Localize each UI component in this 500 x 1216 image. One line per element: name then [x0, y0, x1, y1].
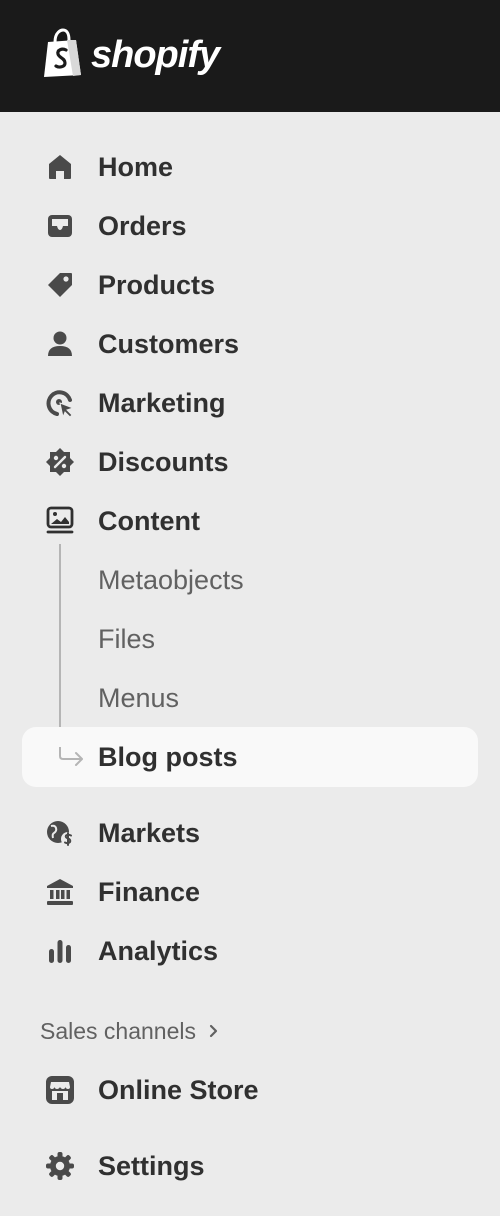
sidebar-item-finance[interactable]: Finance	[22, 866, 478, 918]
marketing-icon	[44, 387, 76, 419]
sidebar-item-label: Finance	[98, 877, 201, 907]
sidebar-item-markets[interactable]: Markets	[22, 807, 478, 859]
sidebar-item-label: Menus	[98, 683, 180, 713]
sales-channels-label: Sales channels	[40, 1018, 196, 1044]
sidebar-item-marketing[interactable]: Marketing	[22, 377, 478, 429]
top-bar: shopify	[0, 0, 500, 112]
sidebar-item-label: Metaobjects	[98, 565, 244, 595]
sidebar-item-customers[interactable]: Customers	[22, 318, 478, 370]
sidebar-item-content[interactable]: Content	[22, 495, 478, 547]
online-store-icon	[44, 1074, 76, 1106]
products-icon	[44, 269, 76, 301]
sidebar-item-label: Blog posts	[98, 742, 238, 772]
markets-icon	[44, 817, 76, 849]
sidebar-item-analytics[interactable]: Analytics	[22, 925, 478, 977]
analytics-icon	[44, 935, 76, 967]
sidebar-item-label: Settings	[98, 1151, 205, 1181]
shopify-wordmark[interactable]: shopify	[91, 29, 220, 81]
sidebar-item-orders[interactable]: Orders	[22, 200, 478, 252]
sidebar-item-discounts[interactable]: Discounts	[22, 436, 478, 488]
sidebar-item-label: Online Store	[98, 1075, 259, 1105]
sidebar-item-label: Marketing	[98, 388, 226, 418]
finance-icon	[44, 876, 76, 908]
customers-icon	[44, 328, 76, 360]
settings-icon	[44, 1150, 76, 1182]
home-icon	[44, 151, 76, 183]
sidebar-item-online-store[interactable]: Online Store	[22, 1064, 478, 1116]
sales-channels-header[interactable]: Sales channels	[40, 1013, 222, 1049]
orders-icon	[44, 210, 76, 242]
discounts-icon	[44, 446, 76, 478]
sidebar-item-label: Customers	[98, 329, 240, 359]
tree-arrow-icon	[59, 747, 83, 766]
sidebar-subitem-blog-posts[interactable]: Blog posts	[22, 727, 478, 787]
sidebar-item-label: Discounts	[98, 447, 229, 477]
sidebar-subitem-menus[interactable]: Menus	[22, 672, 478, 724]
sidebar-item-label: Files	[98, 624, 156, 654]
sidebar-item-label: Markets	[98, 818, 201, 848]
sidebar-item-label: Orders	[98, 211, 187, 241]
sidebar-subitem-metaobjects[interactable]: Metaobjects	[22, 554, 478, 606]
sidebar-item-label: Content	[98, 506, 200, 536]
sidebar-item-settings[interactable]: Settings	[22, 1140, 478, 1192]
sidebar-subitem-files[interactable]: Files	[22, 613, 478, 665]
sidebar-item-label: Analytics	[98, 936, 219, 966]
sidebar-item-label: Products	[98, 270, 216, 300]
chevron-right-icon	[209, 1024, 218, 1038]
shopify-bag-icon[interactable]	[40, 28, 84, 78]
sidebar-item-label: Home	[98, 152, 174, 182]
sidebar-item-products[interactable]: Products	[22, 259, 478, 311]
content-icon	[44, 505, 76, 537]
sidebar-item-home[interactable]: Home	[22, 141, 478, 193]
